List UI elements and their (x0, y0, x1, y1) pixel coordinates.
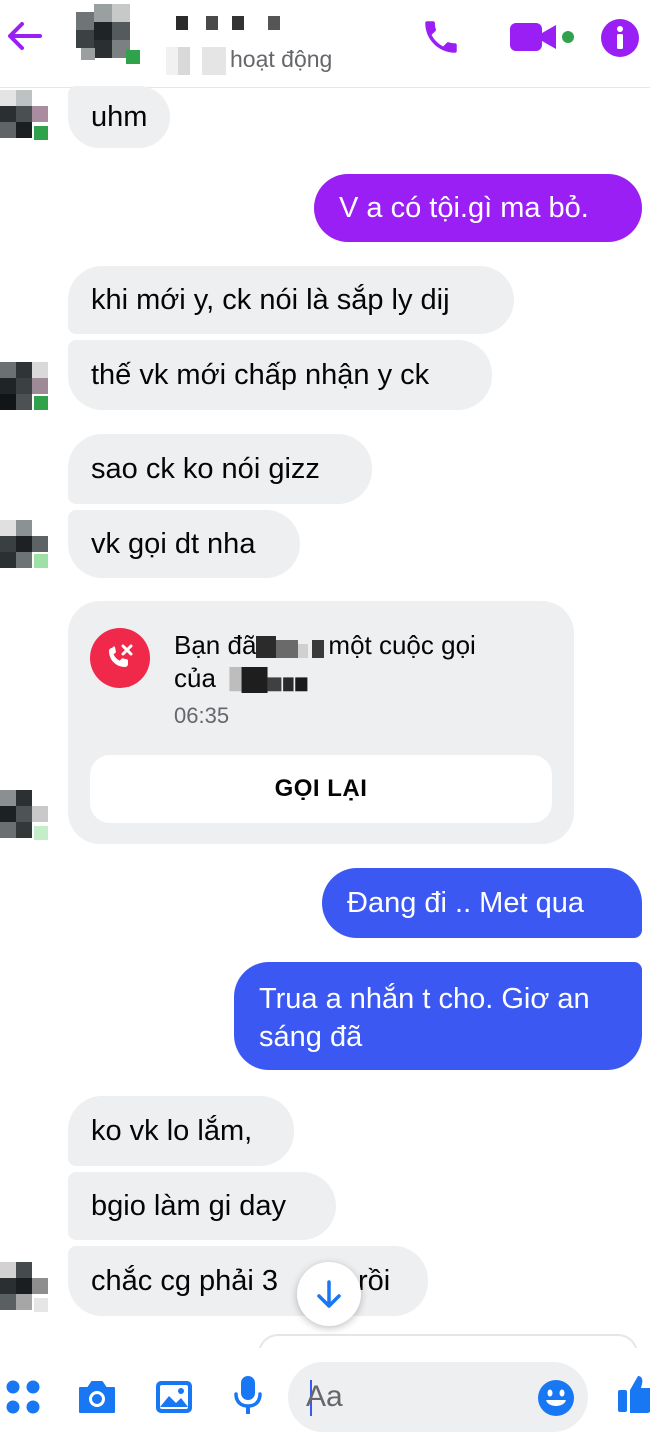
conversation-header: hoạt động (0, 0, 650, 88)
image-icon[interactable] (154, 1378, 194, 1416)
message-composer (0, 1348, 650, 1444)
message-bubble-sent[interactable]: V a có tội.gì ma bỏ. (314, 174, 642, 242)
missed-call-text: Bạn đã một cuộc gọi của (174, 630, 476, 694)
menu-dots-icon[interactable] (4, 1378, 42, 1416)
censored-block (166, 46, 226, 75)
message-bubble-received[interactable]: khi mới y, ck nói là sắp ly dij (68, 266, 514, 334)
call-timestamp: 06:35 (174, 703, 230, 728)
contact-avatar[interactable] (76, 4, 144, 66)
message-bubble-received[interactable]: bgio làm gi day (68, 1172, 336, 1240)
scroll-to-bottom-button[interactable] (297, 1262, 361, 1326)
camera-icon[interactable] (76, 1378, 118, 1416)
missed-call-card: Bạn đã một cuộc gọi của 06:35 GỌI LẠI (68, 601, 574, 844)
message-bubble-received[interactable]: chắc cg phải 3 rồi (68, 1246, 428, 1316)
sender-avatar (0, 1262, 48, 1312)
sender-avatar (0, 362, 48, 410)
arrow-down-icon (317, 1280, 341, 1308)
message-input-container[interactable] (288, 1362, 588, 1432)
message-bubble-received[interactable]: ko vk lo lắm, (68, 1096, 294, 1166)
message-bubble-received[interactable]: uhm (68, 86, 171, 148)
phone-icon[interactable] (420, 16, 462, 58)
message-bubble-sent[interactable]: Trua a nhắn t cho. Giơ an sáng đã (234, 962, 642, 1070)
message-bubble-sent[interactable]: Đang đi .. Met qua (322, 868, 642, 938)
active-status: hoạt động (166, 46, 332, 75)
video-camera-icon[interactable] (508, 16, 578, 58)
missed-call-icon (90, 628, 150, 688)
like-icon[interactable] (616, 1372, 650, 1416)
censored-block (229, 667, 308, 694)
censored-block (256, 636, 325, 659)
emoji-icon[interactable] (536, 1378, 576, 1418)
sender-avatar (0, 790, 48, 840)
call-back-button[interactable]: GỌI LẠI (90, 755, 552, 823)
sender-avatar (0, 90, 48, 140)
contact-name-censored (176, 16, 280, 30)
microphone-icon[interactable] (232, 1374, 264, 1416)
message-input[interactable] (306, 1376, 516, 1418)
sender-avatar (0, 520, 48, 568)
message-bubble-received[interactable]: thế vk mới chấp nhận y ck (68, 340, 492, 410)
info-icon[interactable] (598, 16, 642, 60)
back-arrow-icon[interactable] (4, 16, 44, 56)
message-bubble-received[interactable]: sao ck ko nói gizz (68, 434, 372, 504)
message-bubble-received[interactable]: vk gọi dt nha (68, 510, 300, 578)
